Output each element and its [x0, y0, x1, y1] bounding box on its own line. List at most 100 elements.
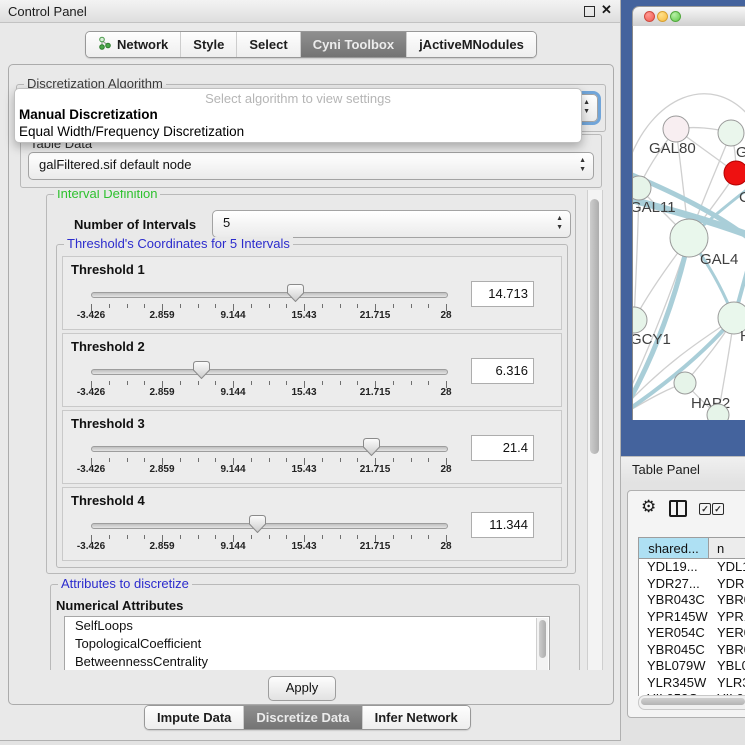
axis-tick-label: 21.715	[360, 387, 391, 398]
table-row[interactable]: YPR145WYPR1	[639, 609, 745, 626]
top-tab-bar: NetworkStyleSelectCyni Toolbox jActiveMNo…	[85, 31, 537, 58]
column-header-shared[interactable]: shared...	[639, 538, 709, 559]
algorithm-option[interactable]: Equal Width/Frequency Discretization	[19, 124, 244, 139]
axis-tick-label: 21.715	[360, 310, 391, 321]
table-row[interactable]: YBR045CYBR0	[639, 642, 745, 659]
tick-mark	[269, 381, 270, 385]
axis-tick-label: 2.859	[149, 387, 174, 398]
cell-shared-name: YDR27...	[647, 576, 700, 593]
cell-name: YBR0	[717, 592, 745, 609]
threshold-slider-track[interactable]	[91, 446, 448, 452]
table-data-combobox[interactable]: galFiltered.sif default node ▲▼	[28, 152, 594, 180]
combo-arrows-icon: ▲▼	[579, 156, 586, 174]
network-node[interactable]	[663, 116, 689, 142]
tick-mark	[411, 304, 412, 308]
threshold-value-field[interactable]: 14.713	[471, 281, 534, 307]
table-horizontal-scrollbar[interactable]	[638, 695, 745, 710]
settings-scrollbar[interactable]	[587, 190, 603, 670]
tab-label: jActiveMNodules	[419, 37, 524, 52]
tab-style[interactable]: Style	[180, 32, 236, 57]
tick-mark	[393, 304, 394, 308]
tick-mark	[180, 304, 181, 308]
tick-mark	[357, 458, 358, 462]
threshold-slider-track[interactable]	[91, 369, 448, 375]
threshold-value-field[interactable]: 21.4	[471, 435, 534, 461]
column-header-n[interactable]: n	[709, 538, 745, 559]
table-row[interactable]: YER054CYER0	[639, 625, 745, 642]
table-data-value: galFiltered.sif default node	[39, 157, 191, 172]
axis-tick-label: 9.144	[220, 541, 245, 552]
cell-name: YPR1	[717, 609, 745, 626]
threshold-row: Threshold 4-3.4262.8599.14415.4321.71528…	[62, 487, 562, 561]
tab-select[interactable]: Select	[236, 32, 299, 57]
tab-jactivemnodules[interactable]: jActiveMNodules	[406, 32, 536, 57]
minimize-traffic-light-icon[interactable]	[657, 11, 668, 22]
zoom-traffic-light-icon[interactable]	[670, 11, 681, 22]
axis-tick-label: 15.43	[291, 541, 316, 552]
tab-impute-data[interactable]: Impute Data	[145, 706, 243, 729]
number-of-intervals-label: Number of Intervals	[74, 217, 196, 232]
threshold-slider-track[interactable]	[91, 292, 448, 298]
checkbox-icon[interactable]: ✓	[699, 503, 711, 515]
close-traffic-light-icon[interactable]	[644, 11, 655, 22]
table-row[interactable]: YDL19...YDL1	[639, 559, 745, 576]
algorithm-option[interactable]: Manual Discretization	[19, 107, 158, 122]
axis-tick-label: -3.426	[77, 387, 105, 398]
threshold-slider-handle[interactable]	[287, 284, 304, 302]
attribute-list-item[interactable]: SelfLoops	[65, 617, 549, 635]
close-panel-icon[interactable]: ✕	[601, 2, 612, 18]
network-node[interactable]	[633, 307, 647, 333]
network-node[interactable]	[724, 161, 745, 185]
tick-mark	[269, 304, 270, 308]
threshold-value-field[interactable]: 11.344	[471, 512, 534, 538]
number-of-intervals-combobox[interactable]: 5 ▲▼	[212, 210, 571, 238]
table-row[interactable]: YLR345WYLR3	[639, 675, 745, 692]
attribute-list-item[interactable]: TopologicalCoefficient	[65, 635, 549, 653]
network-node[interactable]	[718, 120, 744, 146]
tab-cyni-toolbox[interactable]: Cyni Toolbox	[300, 32, 406, 57]
attribute-list-item[interactable]: BetweennessCentrality	[65, 653, 549, 670]
settings-scrollbar-thumb[interactable]	[590, 199, 599, 454]
split-columns-icon[interactable]	[669, 500, 687, 517]
threshold-slider-track[interactable]	[91, 523, 448, 529]
threshold-slider-handle[interactable]	[363, 438, 380, 456]
numerical-attributes-list[interactable]: SelfLoopsTopologicalCoefficientBetweenne…	[64, 616, 550, 670]
node-label: C	[739, 189, 745, 206]
table-row[interactable]: YBR043CYBR0	[639, 592, 745, 609]
algorithm-dropdown-popup: Select algorithm to view settings Manual…	[14, 88, 582, 143]
bottom-tab-bar: Impute Data Discretize DataInfer Network	[144, 705, 471, 730]
checkbox-icon[interactable]: ✓	[712, 503, 724, 515]
tick-mark	[340, 381, 341, 385]
table-row[interactable]: YDR27...YDR2	[639, 576, 745, 593]
tick-mark	[215, 381, 216, 385]
network-window-titlebar[interactable]	[632, 6, 745, 28]
tick-mark	[322, 381, 323, 385]
settings-scroll-area: Interval Definition Number of Intervals …	[14, 190, 586, 670]
table-scrollbar-thumb[interactable]	[641, 698, 745, 705]
tick-mark	[144, 535, 145, 539]
list-scrollbar[interactable]	[536, 618, 548, 670]
axis-tick-label: 28	[440, 387, 451, 398]
cell-shared-name: YDL19...	[647, 559, 698, 576]
tick-mark	[215, 535, 216, 539]
float-panel-icon[interactable]	[584, 6, 595, 17]
threshold-slider-handle[interactable]	[249, 515, 266, 533]
table-row[interactable]: YBL079WYBL0	[639, 658, 745, 675]
apply-button[interactable]: Apply	[268, 676, 336, 701]
tick-mark	[198, 458, 199, 462]
tab-label: Impute Data	[157, 710, 231, 725]
tab-discretize-data[interactable]: Discretize Data	[243, 706, 361, 729]
network-canvas[interactable]: GAL80GACGAL11GAL4GCY1HHAP2	[632, 26, 745, 420]
axis-tick-label: 21.715	[360, 541, 391, 552]
list-scrollbar-thumb[interactable]	[539, 620, 546, 658]
tick-mark	[393, 381, 394, 385]
threshold-value-field[interactable]: 6.316	[471, 358, 534, 384]
network-node[interactable]	[674, 372, 696, 394]
gear-icon[interactable]: ⚙	[641, 497, 656, 517]
node-label: GCY1	[633, 331, 671, 348]
axis-tick-label: 9.144	[220, 387, 245, 398]
threshold-slider-handle[interactable]	[193, 361, 210, 379]
tab-network[interactable]: Network	[86, 32, 180, 57]
tick-mark	[286, 304, 287, 308]
tab-infer-network[interactable]: Infer Network	[362, 706, 470, 729]
